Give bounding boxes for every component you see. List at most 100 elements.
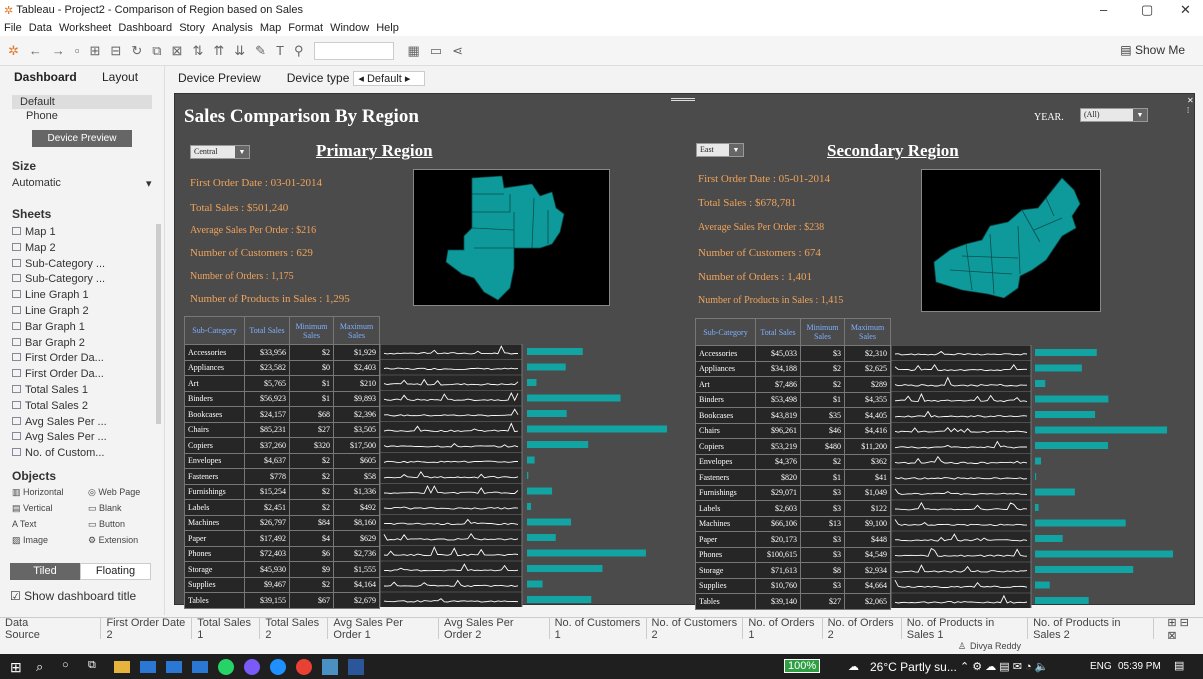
- menu-dashboard[interactable]: Dashboard: [118, 22, 172, 34]
- secondary-map[interactable]: [921, 169, 1101, 312]
- tray-icons[interactable]: ⌃ ⚙ ☁ ▤ ✉ ◔ 🔈: [960, 660, 1048, 673]
- tableau-home-icon[interactable]: ✲: [8, 43, 19, 59]
- file-explorer-icon[interactable]: [114, 660, 130, 673]
- bar-tables[interactable]: [527, 596, 592, 603]
- refresh-icon[interactable]: ↻: [131, 43, 142, 59]
- table-row[interactable]: Paper $17,492 $4 $629: [184, 530, 380, 547]
- sheet-item[interactable]: Avg Sales Per ...: [12, 416, 107, 428]
- sheet-item[interactable]: Avg Sales Per ...: [12, 431, 107, 443]
- bar-fasteners[interactable]: [1035, 473, 1037, 480]
- bar-envelopes[interactable]: [1035, 457, 1042, 465]
- bar-tables[interactable]: [1035, 597, 1089, 604]
- table-row[interactable]: Accessories $45,033 $3 $2,310: [695, 345, 891, 362]
- bar-labels[interactable]: [1035, 504, 1039, 511]
- sheet-item[interactable]: Sub-Category ...: [12, 258, 105, 270]
- weather-text[interactable]: 26°C Partly su...: [870, 660, 957, 674]
- menu-format[interactable]: Format: [288, 22, 323, 34]
- user-name[interactable]: Divya Reddy: [970, 641, 1021, 651]
- bar-supplies[interactable]: [527, 580, 543, 588]
- bar-furnishings[interactable]: [1035, 488, 1075, 496]
- object-extension[interactable]: ⚙ Extension: [88, 535, 138, 546]
- tiled-button[interactable]: Tiled: [10, 563, 80, 580]
- bar-labels[interactable]: [527, 503, 532, 510]
- chart-icon[interactable]: ▦: [408, 43, 420, 59]
- search-icon[interactable]: ⌕: [36, 659, 52, 675]
- table-row[interactable]: Chairs $85,231 $27 $3,505: [184, 421, 380, 438]
- sheet-tab[interactable]: No. of Orders 2: [823, 616, 902, 641]
- sheet-item[interactable]: Line Graph 1: [12, 289, 89, 301]
- sheet-tab[interactable]: No. of Customers 2: [647, 616, 744, 641]
- sheet-item[interactable]: Bar Graph 2: [12, 337, 85, 349]
- bar-binders[interactable]: [1035, 395, 1109, 403]
- sheet-item[interactable]: Total Sales 1: [12, 384, 88, 396]
- device-preview-button[interactable]: Device Preview: [32, 130, 132, 147]
- minimize-icon[interactable]: –: [1100, 2, 1107, 17]
- table-row[interactable]: Envelopes $4,637 $2 $605: [184, 452, 380, 469]
- object-vertical[interactable]: ▤ Vertical: [12, 503, 53, 514]
- menu-analysis[interactable]: Analysis: [212, 22, 253, 34]
- table-row[interactable]: Storage $45,930 $9 $1,555: [184, 561, 380, 578]
- menu-story[interactable]: Story: [179, 22, 205, 34]
- windows-start-icon[interactable]: ⊞: [10, 659, 26, 675]
- sheet-tab[interactable]: No. of Products in Sales 1: [902, 616, 1029, 641]
- maximize-icon[interactable]: ▢: [1141, 2, 1153, 18]
- clear-sheet-icon[interactable]: ⊠: [172, 43, 183, 59]
- device-preview-tab[interactable]: Device Preview: [178, 71, 261, 85]
- table-row[interactable]: Tables $39,140 $27 $2,065: [695, 593, 891, 610]
- bar-paper[interactable]: [1035, 535, 1063, 542]
- year-dropdown[interactable]: (All) ▼: [1080, 108, 1148, 122]
- bar-paper[interactable]: [527, 534, 556, 541]
- menu-help[interactable]: Help: [376, 22, 399, 34]
- sheet-tab[interactable]: Total Sales 2: [260, 616, 329, 641]
- sheet-item[interactable]: Map 1: [12, 226, 56, 238]
- bar-machines[interactable]: [527, 518, 572, 526]
- store-icon[interactable]: [140, 660, 156, 673]
- tab-dashboard[interactable]: Dashboard: [14, 70, 77, 84]
- sheet-tab[interactable]: No. of Customers 1: [550, 616, 647, 641]
- table-row[interactable]: Tables $39,155 $67 $2,679: [184, 592, 380, 609]
- sheet-tab[interactable]: Avg Sales Per Order 1: [328, 616, 440, 641]
- bar-chairs[interactable]: [527, 425, 667, 433]
- size-dropdown[interactable]: Automatic: [12, 177, 61, 189]
- highlight-icon[interactable]: ✎: [255, 43, 266, 59]
- sheet-item[interactable]: Map 2: [12, 242, 56, 254]
- bar-machines[interactable]: [1035, 519, 1126, 527]
- swap-icon[interactable]: ⇅: [192, 43, 203, 59]
- table-row[interactable]: Paper $20,173 $3 $448: [695, 531, 891, 548]
- outlook-icon[interactable]: [192, 660, 208, 673]
- table-row[interactable]: Fasteners $778 $2 $58: [184, 468, 380, 485]
- table-row[interactable]: Supplies $10,760 $3 $4,664: [695, 577, 891, 594]
- sort-asc-icon[interactable]: ⇈: [213, 43, 224, 59]
- table-row[interactable]: Fasteners $820 $1 $41: [695, 469, 891, 486]
- bar-accessories[interactable]: [527, 348, 583, 355]
- cortana-icon[interactable]: ○: [62, 659, 78, 675]
- sheet-item[interactable]: First Order Da...: [12, 352, 104, 364]
- menu-file[interactable]: File: [4, 22, 22, 34]
- fit-select[interactable]: [313, 41, 394, 60]
- object-text[interactable]: A Text: [12, 519, 36, 529]
- bar-copiers[interactable]: [1035, 442, 1108, 449]
- weather-icon[interactable]: ☁: [848, 660, 859, 673]
- bar-furnishings[interactable]: [527, 487, 553, 495]
- new-sheet-icon[interactable]: ⊟: [110, 43, 121, 59]
- table-row[interactable]: Copiers $37,260 $320 $17,500: [184, 437, 380, 454]
- table-row[interactable]: Labels $2,603 $3 $122: [695, 500, 891, 517]
- table-row[interactable]: Labels $2,451 $2 $492: [184, 499, 380, 516]
- table-row[interactable]: Appliances $34,188 $2 $2,625: [695, 360, 891, 377]
- sheet-item[interactable]: Sub-Category ...: [12, 273, 105, 285]
- app-icon[interactable]: [244, 658, 260, 675]
- table-row[interactable]: Art $7,486 $2 $289: [695, 376, 891, 393]
- device-default[interactable]: Default: [20, 96, 55, 108]
- share-icon[interactable]: ⋖: [452, 43, 463, 59]
- table-row[interactable]: Furnishings $29,071 $3 $1,049: [695, 484, 891, 501]
- bar-art[interactable]: [527, 379, 537, 386]
- sheet-tab[interactable]: No. of Orders 1: [743, 616, 823, 641]
- table-row[interactable]: Phones $72,403 $6 $2,736: [184, 545, 380, 562]
- bar-bookcases[interactable]: [1035, 411, 1096, 418]
- word-icon[interactable]: [348, 658, 364, 675]
- bar-appliances[interactable]: [527, 363, 566, 371]
- mail-icon[interactable]: [166, 660, 182, 673]
- bar-art[interactable]: [1035, 380, 1046, 387]
- bar-copiers[interactable]: [527, 441, 589, 448]
- primary-map[interactable]: [413, 169, 610, 306]
